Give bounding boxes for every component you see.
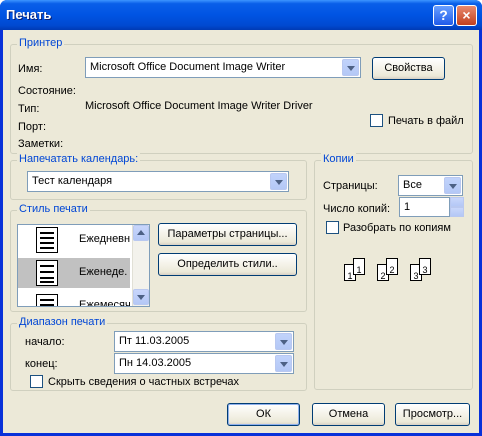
print-style-list[interactable]: Ежедневн Еженеде. Ежемесяч (17, 224, 150, 307)
calendar-group-label: Напечатать календарь: (17, 153, 141, 165)
print-style-label: Ежемесяч (79, 299, 131, 307)
print-style-group-label: Стиль печати (17, 203, 90, 215)
calendar-select[interactable]: Тест календаря (27, 171, 289, 192)
collate-page-icon: 2 (386, 258, 398, 275)
copies-pages-select[interactable]: Все (398, 175, 463, 196)
print-range-group-label: Диапазон печати (17, 316, 108, 328)
preview-button[interactable]: Просмотр... (395, 403, 470, 426)
printer-group: Принтер Имя: Microsoft Office Document I… (10, 37, 473, 154)
copies-count-label: Число копий: (323, 203, 391, 215)
chevron-down-icon[interactable] (275, 355, 292, 372)
help-button[interactable]: ? (433, 5, 454, 26)
range-start-value: Пт 11.03.2005 (119, 335, 190, 347)
title-bar[interactable]: Печать ? × (0, 0, 482, 30)
copies-group: Копии Страницы: Все Число копий: 1 Разоб… (314, 153, 473, 390)
range-end-value: Пн 14.03.2005 (119, 357, 192, 369)
copies-pages-value: Все (403, 179, 422, 191)
printer-port-label: Порт: (18, 121, 46, 133)
print-range-group: Диапазон печати начало: Пт 11.03.2005 ко… (10, 316, 307, 391)
printer-comment-label: Заметки: (18, 138, 64, 150)
print-to-file-label[interactable]: Печать в файл (388, 115, 464, 127)
chevron-down-icon[interactable] (444, 177, 461, 194)
daily-style-icon (36, 227, 58, 253)
print-style-label: Еженеде. (79, 266, 128, 278)
page-setup-button[interactable]: Параметры страницы... (158, 223, 297, 246)
range-end-label: конец: (25, 358, 58, 370)
printer-name-label: Имя: (18, 63, 43, 75)
collate-page-icon: 1 (353, 258, 365, 275)
printer-name-value: Microsoft Office Document Image Writer (90, 61, 286, 73)
print-dialog: Печать ? × Принтер Имя: Microsoft Office… (0, 0, 482, 436)
chevron-down-icon[interactable] (342, 59, 359, 76)
properties-button[interactable]: Свойства (372, 57, 445, 80)
cancel-button[interactable]: Отмена (312, 403, 385, 426)
range-start-select[interactable]: Пт 11.03.2005 (114, 331, 294, 352)
copies-group-label: Копии (321, 153, 356, 165)
print-style-label: Ежедневн (79, 233, 131, 245)
calendar-value: Тест календаря (32, 175, 113, 187)
collate-checkbox[interactable] (326, 221, 339, 234)
print-style-item-weekly[interactable]: Еженеде. (18, 258, 130, 288)
printer-type-label: Тип: (18, 103, 40, 115)
print-style-item-daily[interactable]: Ежедневн (18, 225, 130, 255)
printer-type-value: Microsoft Office Document Image Writer D… (85, 100, 313, 112)
calendar-group: Напечатать календарь: Тест календаря (10, 153, 307, 200)
define-styles-button[interactable]: Определить стили.. (158, 253, 297, 276)
chevron-down-icon[interactable] (270, 173, 287, 190)
print-style-group: Стиль печати Ежедневн Еженеде. Ежемесяч … (10, 203, 307, 312)
print-to-file-checkbox[interactable] (370, 114, 383, 127)
collate-illustration: 1 1 2 2 3 3 (344, 258, 444, 288)
copies-count-value: 1 (404, 201, 411, 213)
weekly-style-icon (36, 260, 58, 286)
chevron-down-icon[interactable] (275, 333, 292, 350)
hide-private-label[interactable]: Скрыть сведения о частных встречах (48, 376, 239, 388)
collate-page-icon: 3 (419, 258, 431, 275)
spin-down-icon[interactable] (450, 207, 464, 217)
scroll-down-icon[interactable] (133, 289, 149, 305)
hide-private-checkbox[interactable] (30, 375, 43, 388)
window-title: Печать (6, 7, 52, 22)
range-end-select[interactable]: Пн 14.03.2005 (114, 353, 294, 374)
spin-up-icon[interactable] (450, 197, 464, 207)
collate-label[interactable]: Разобрать по копиям (343, 222, 451, 234)
monthly-style-icon (36, 294, 58, 306)
ok-button[interactable]: ОК (227, 403, 300, 426)
print-style-scrollbar[interactable] (132, 225, 149, 306)
printer-name-select[interactable]: Microsoft Office Document Image Writer (85, 57, 361, 78)
scroll-up-icon[interactable] (133, 225, 149, 241)
dialog-client: Принтер Имя: Microsoft Office Document I… (3, 30, 479, 433)
copies-pages-label: Страницы: (323, 180, 378, 192)
copies-count-input[interactable]: 1 (399, 197, 450, 217)
print-style-item-monthly[interactable]: Ежемесяч (18, 291, 131, 307)
range-start-label: начало: (25, 336, 65, 348)
close-button[interactable]: × (456, 5, 477, 26)
printer-status-label: Состояние: (18, 85, 76, 97)
printer-group-label: Принтер (17, 37, 65, 49)
